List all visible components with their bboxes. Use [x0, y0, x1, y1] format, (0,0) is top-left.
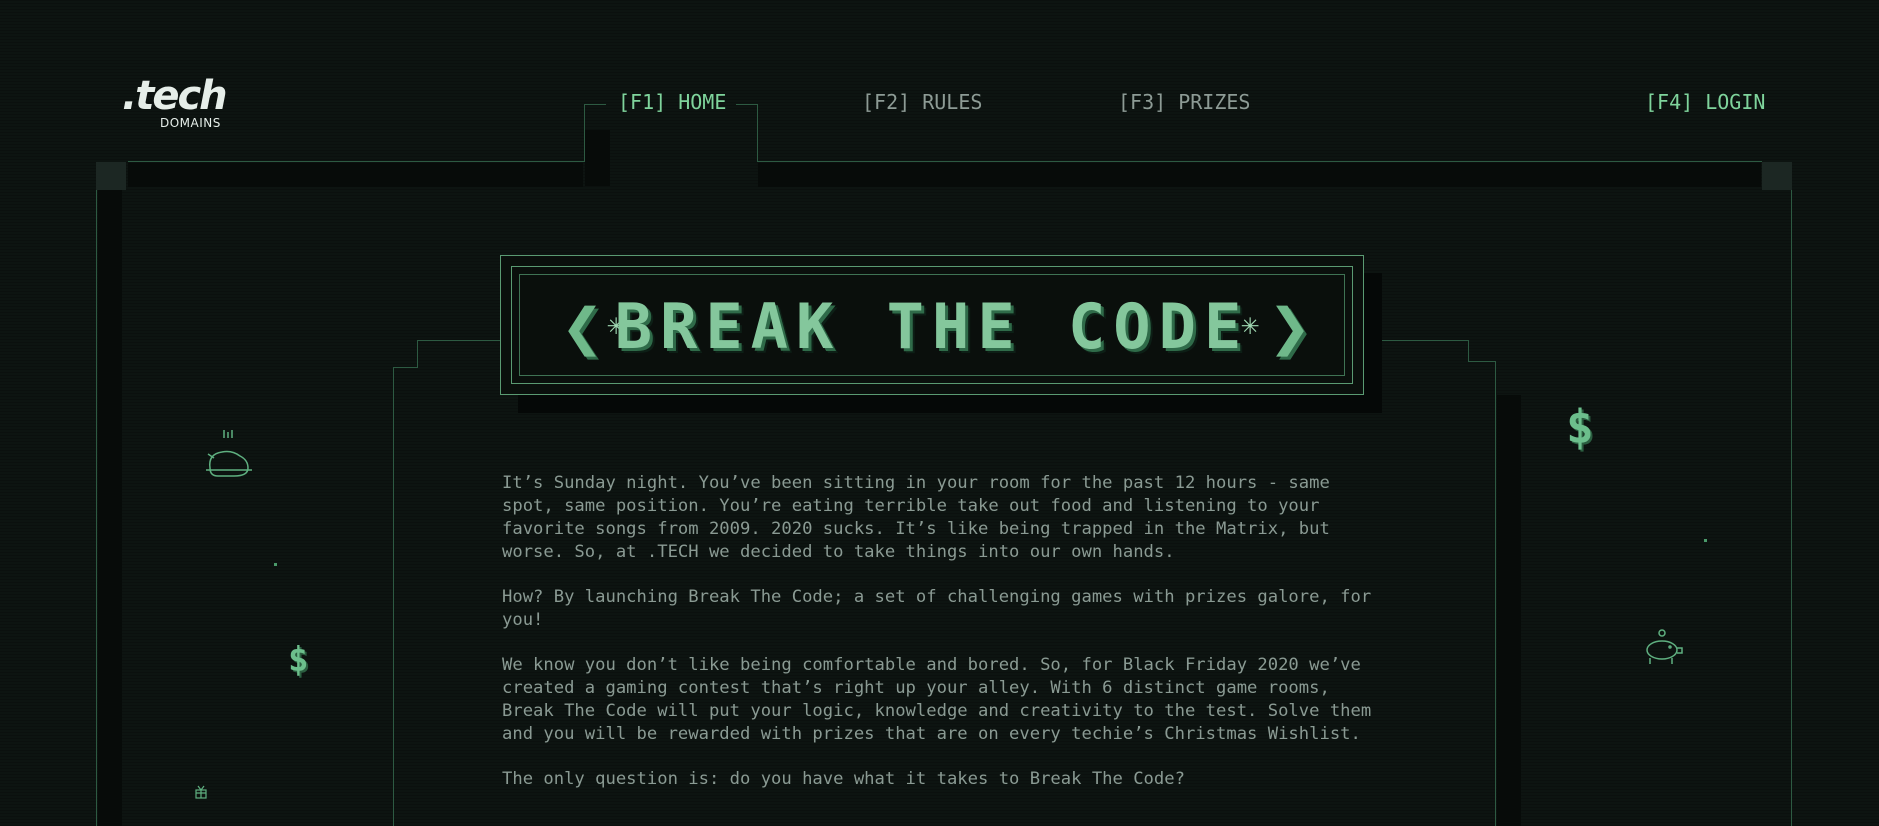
sparkle-dot: [1704, 539, 1707, 542]
hero-title: BREAK THE CODE: [614, 290, 1250, 363]
nav-rules-link[interactable]: [F2] RULES: [862, 90, 982, 114]
intro-paragraph: How? By launching Break The Code; a set …: [502, 587, 1372, 630]
piggy-bank-icon: [1640, 628, 1684, 672]
gift-icon: [195, 784, 207, 803]
roast-chicken-icon: [204, 428, 256, 490]
dollar-icon: $: [288, 640, 309, 680]
intro-paragraph: It’s Sunday night. You’ve been sitting i…: [502, 473, 1330, 562]
nav-login-link[interactable]: [F4] LOGIN: [1645, 90, 1765, 114]
intro-text: It’s Sunday night. You’ve been sitting i…: [502, 472, 1382, 813]
intro-paragraph: The only question is: do you have what i…: [502, 769, 1185, 789]
logo-subtitle: DOMAINS: [160, 116, 221, 130]
dollar-icon: $: [1566, 400, 1594, 454]
tech-domains-logo[interactable]: .tech DOMAINS: [122, 74, 232, 134]
frame-corner: [1762, 162, 1792, 190]
frame-corner: [96, 162, 126, 190]
nav-home-link[interactable]: [F1] HOME: [618, 90, 726, 114]
logo-wordmark: .tech: [122, 73, 228, 119]
sparkle-icon: ✳: [1240, 307, 1259, 342]
sparkle-dot: [274, 563, 277, 566]
chevron-right-icon: ❯: [1268, 286, 1311, 368]
nav-prizes-link[interactable]: [F3] PRIZES: [1118, 90, 1250, 114]
hero-title-plate: ❮ ✳ BREAK THE CODE ✳ ❯: [500, 255, 1364, 395]
intro-paragraph: We know you don’t like being comfortable…: [502, 655, 1372, 744]
